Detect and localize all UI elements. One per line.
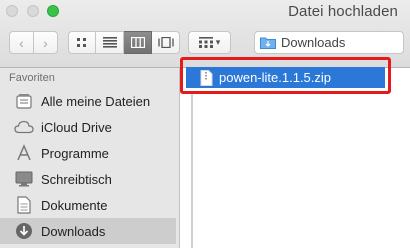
cloud-icon (14, 117, 34, 137)
column-divider (191, 93, 193, 248)
coverflow-view-button[interactable] (152, 31, 180, 54)
chevron-left-icon: ‹ (19, 34, 24, 51)
chevron-right-icon: › (43, 34, 48, 51)
all-files-icon (14, 91, 34, 111)
list-view-icon (102, 37, 117, 48)
desktop-icon (14, 169, 34, 189)
sidebar-item-downloads[interactable]: Downloads (0, 218, 176, 244)
sidebar-section-favorites: Favoriten (9, 72, 55, 84)
arrange-grid-icon (198, 37, 213, 48)
coverflow-view-icon (157, 37, 174, 48)
sidebar-item-all-files[interactable]: Alle meine Dateien (0, 88, 176, 114)
file-browser-column: powen-lite.1.1.5.zip (181, 67, 410, 248)
column-view-button[interactable] (124, 31, 152, 54)
list-view-button[interactable] (96, 31, 124, 54)
sidebar-item-programme[interactable]: Programme (0, 140, 176, 166)
sidebar-item-label: Dokumente (41, 197, 108, 213)
sidebar-item-dokumente[interactable]: Dokumente (0, 192, 176, 218)
zoom-window-button[interactable] (47, 5, 59, 17)
view-mode-segmented-control (68, 31, 180, 54)
downloads-icon (14, 221, 34, 241)
sidebar-item-label: Downloads (41, 223, 106, 239)
sidebar-item-label: Schreibtisch (41, 171, 112, 187)
window-title: Datei hochladen (288, 3, 398, 20)
sidebar-item-label: iCloud Drive (41, 119, 112, 135)
minimize-window-button[interactable] (27, 5, 39, 17)
folder-icon (260, 37, 276, 49)
icon-view-button[interactable] (68, 31, 96, 54)
arrange-menu-button[interactable]: ▾ (188, 31, 231, 54)
back-button[interactable]: ‹ (9, 31, 34, 54)
sidebar-item-icloud-drive[interactable]: iCloud Drive (0, 114, 176, 140)
sidebar-item-label: Programme (41, 145, 109, 161)
location-popup[interactable]: Downloads (254, 31, 404, 54)
highlight-annotation-box (180, 57, 391, 94)
close-window-button[interactable] (6, 5, 18, 17)
sidebar: Favoriten Alle meine Dateien iCloud Driv… (0, 68, 180, 248)
chevron-down-icon: ▾ (215, 37, 221, 47)
document-icon (14, 195, 34, 215)
column-view-icon (130, 37, 145, 48)
sidebar-item-label: Alle meine Dateien (41, 93, 151, 109)
icon-view-icon (77, 37, 86, 47)
sidebar-item-schreibtisch[interactable]: Schreibtisch (0, 166, 176, 192)
applications-icon (14, 143, 34, 163)
location-label: Downloads (281, 35, 346, 50)
forward-button[interactable]: › (33, 31, 58, 54)
